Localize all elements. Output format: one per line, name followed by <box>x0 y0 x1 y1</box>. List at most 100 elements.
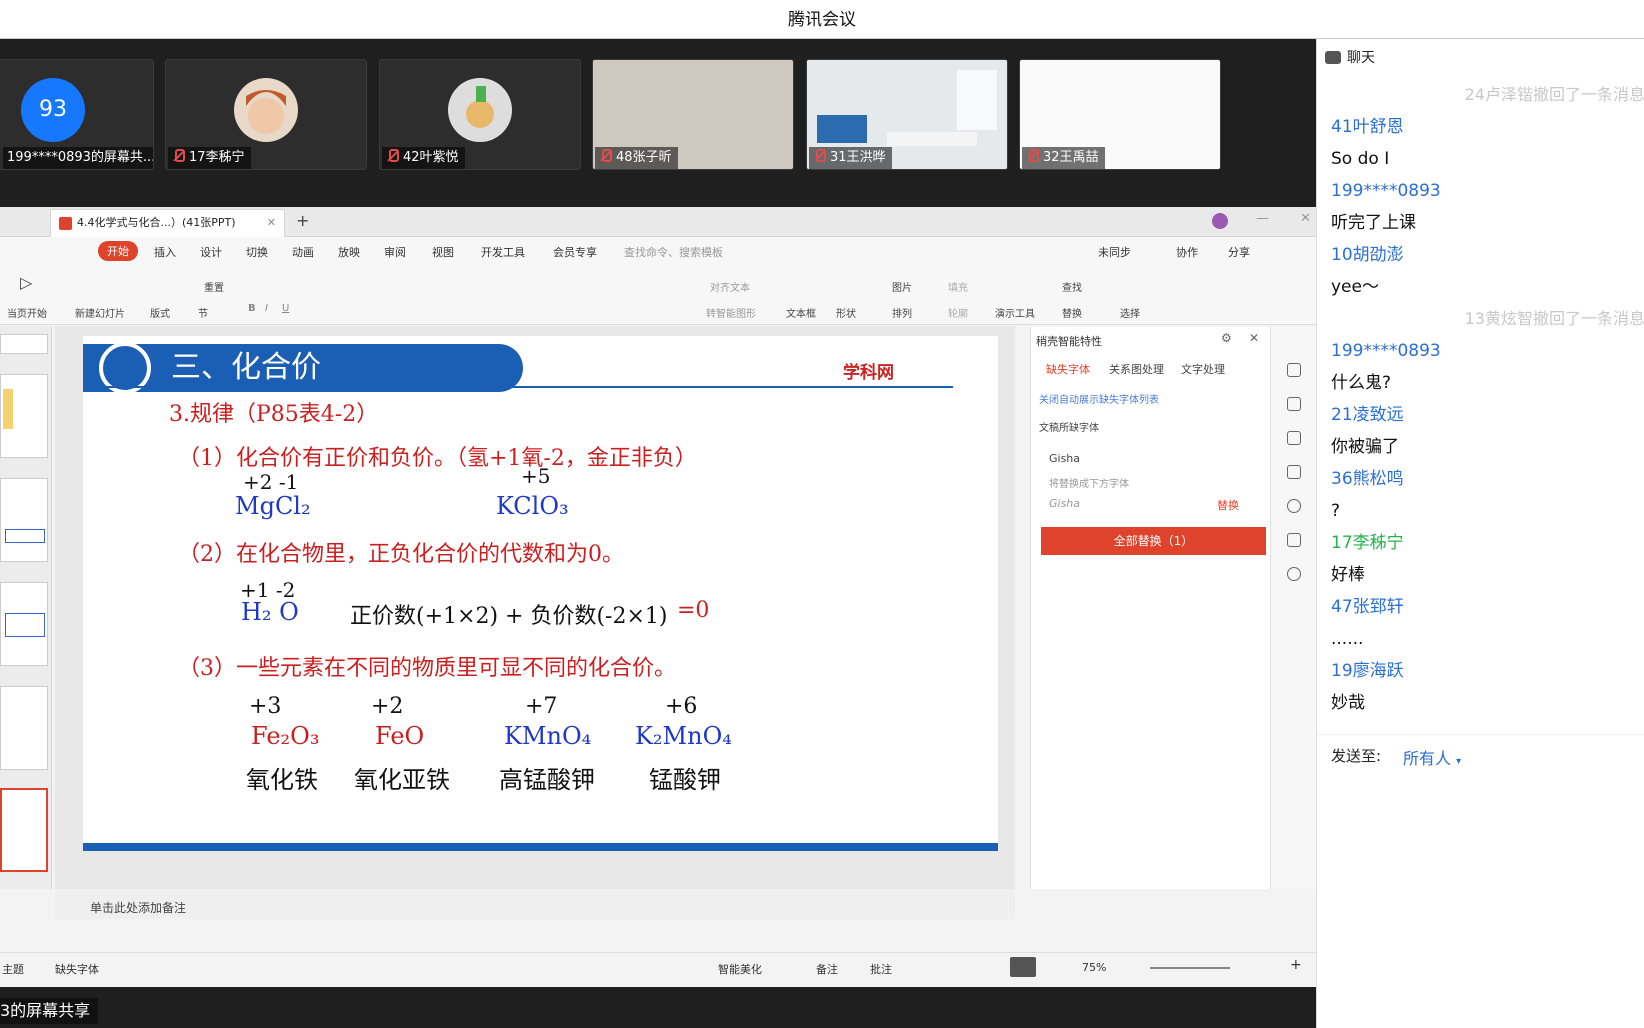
send-to-select[interactable]: 所有人 ▾ <box>1403 745 1461 769</box>
replace-button[interactable]: 替换 <box>1062 305 1082 320</box>
close-auto-list-link[interactable]: 关闭自动展示缺失字体列表 <box>1039 391 1159 406</box>
participant-tile[interactable]: 42叶紫悦 <box>379 59 581 170</box>
slide-thumb[interactable] <box>0 478 48 562</box>
document-tabbar: 4.4化学式与化合...）(41张PPT) ✕ + — ✕ <box>0 207 1316 237</box>
chat-message: yee～ <box>1331 277 1379 297</box>
new-slide-button[interactable]: 新建幻灯片 <box>75 305 125 320</box>
section-button[interactable]: 节 <box>198 305 208 320</box>
participant-tile[interactable]: 93 199****0893的屏幕共... <box>0 59 154 170</box>
compound-name: 氧化铁 <box>246 766 318 794</box>
slide-thumb-active[interactable] <box>0 788 48 872</box>
paragraph-2: （2）在化合物里，正负化合价的代数和为0。 <box>178 542 624 567</box>
play-icon[interactable]: ▷ <box>20 273 32 292</box>
menu-animation[interactable]: 动画 <box>292 244 314 260</box>
chat-message: 好棒 <box>1331 565 1365 585</box>
star-icon[interactable] <box>1287 431 1301 445</box>
minimize-icon[interactable]: — <box>1256 211 1269 226</box>
help-icon[interactable] <box>1287 499 1301 513</box>
menu-devtools[interactable]: 开发工具 <box>481 244 525 260</box>
textbox-button[interactable]: 文本框 <box>786 305 816 320</box>
comments-button[interactable]: 批注 <box>870 961 892 977</box>
chat-message: 什么鬼? <box>1331 373 1392 393</box>
zoom-level[interactable]: 75% <box>1082 961 1106 974</box>
present-tools-button[interactable]: 演示工具 <box>995 305 1035 320</box>
tab-text[interactable]: 文字处理 <box>1181 361 1225 377</box>
gear-icon[interactable]: ⚙ <box>1221 331 1232 345</box>
smart-icon[interactable] <box>1287 567 1301 581</box>
document-tab[interactable]: 4.4化学式与化合...）(41张PPT) ✕ <box>50 209 285 237</box>
sync-status[interactable]: 未同步 <box>1098 244 1131 260</box>
menu-transition[interactable]: 切换 <box>246 244 268 260</box>
collab-button[interactable]: 协作 <box>1176 244 1198 260</box>
layout-button[interactable]: 版式 <box>150 305 170 320</box>
meeting-main: 93 199****0893的屏幕共... 17李秭宁 42叶紫悦 48张子昕 … <box>0 39 1316 1028</box>
chat-message: ? <box>1331 501 1341 521</box>
notes-button[interactable]: 备注 <box>816 961 838 977</box>
chat-panel: 聊天 24卢泽锴撤回了一条消息 41叶舒恩 So do I 199****0893 听完… <box>1316 39 1644 1028</box>
arrange-button[interactable]: 排列 <box>892 305 912 320</box>
slide-thumb[interactable] <box>0 686 48 770</box>
add-tab-icon[interactable]: + <box>296 211 309 230</box>
from-current-button[interactable]: 当页开始 <box>7 305 47 320</box>
zoom-in-icon[interactable]: + <box>1290 957 1302 973</box>
close-icon[interactable]: ✕ <box>267 210 276 236</box>
slide-thumb[interactable] <box>0 582 48 666</box>
participant-tile[interactable]: 17李秭宁 <box>165 59 367 170</box>
outline-button[interactable]: 轮廓 <box>948 305 968 320</box>
side-toolbar <box>1270 327 1316 889</box>
participant-name: 32王禹喆 <box>1022 147 1105 169</box>
underline-icon[interactable]: U <box>282 303 289 314</box>
slide-thumb[interactable] <box>0 374 48 458</box>
zoom-slider[interactable] <box>1150 967 1230 969</box>
formula: Fe₂O₃ <box>251 722 320 750</box>
window-title: 腾讯会议 <box>0 0 1644 39</box>
avatar[interactable] <box>1212 213 1228 229</box>
sender-name: 10胡劭澎 <box>1331 245 1404 265</box>
italic-icon[interactable]: I <box>265 303 268 314</box>
missing-font-label[interactable]: 缺失字体 <box>55 961 99 977</box>
menu-member[interactable]: 会员专享 <box>553 244 597 260</box>
paragraph-1: （1）化合价有正价和负价。（氢+1氧-2，金正非负） <box>178 446 697 471</box>
search-input[interactable]: 查找命令、搜索模板 <box>624 244 723 260</box>
menu-start[interactable]: 开始 <box>98 241 138 261</box>
find-button[interactable]: 查找 <box>1062 279 1082 294</box>
menu-view[interactable]: 视图 <box>432 244 454 260</box>
theme-label[interactable]: 主题 <box>2 961 24 977</box>
picture-button[interactable]: 图片 <box>892 279 912 294</box>
tab-diagram[interactable]: 关系图处理 <box>1109 361 1164 377</box>
close-icon[interactable]: ✕ <box>1300 211 1311 226</box>
close-icon[interactable]: ✕ <box>1249 331 1259 345</box>
tool-icon[interactable] <box>1287 363 1301 377</box>
mic-muted-icon <box>813 149 826 163</box>
slides-icon[interactable] <box>1287 465 1301 479</box>
menu-slideshow[interactable]: 放映 <box>338 244 360 260</box>
menu-design[interactable]: 设计 <box>200 244 222 260</box>
participant-tile[interactable]: 48张子昕 <box>592 59 794 170</box>
replace-all-button[interactable]: 全部替换（1） <box>1041 527 1266 555</box>
participant-tile[interactable]: 31王洪晔 <box>806 59 1008 170</box>
participant-tile[interactable]: 32王禹喆 <box>1019 59 1221 170</box>
fill-button[interactable]: 填充 <box>948 279 968 294</box>
select-button[interactable]: 选择 <box>1120 305 1140 320</box>
slide-thumb[interactable] <box>0 334 48 354</box>
smartart-button[interactable]: 转智能图形 <box>706 305 756 320</box>
play-button[interactable] <box>1010 957 1036 977</box>
share-button[interactable]: 分享 <box>1228 244 1250 260</box>
menu-review[interactable]: 审阅 <box>384 244 406 260</box>
tab-missing-fonts[interactable]: 缺失字体 <box>1046 361 1090 377</box>
bold-icon[interactable]: B <box>248 303 256 314</box>
notes-input[interactable]: 单击此处添加备注 <box>55 889 1015 919</box>
reset-button[interactable]: 重置 <box>204 279 224 294</box>
slide-heading: 三、化合价 <box>171 350 321 385</box>
participant-name: 42叶紫悦 <box>382 147 465 169</box>
shape-button[interactable]: 形状 <box>836 305 856 320</box>
menu-insert[interactable]: 插入 <box>154 244 176 260</box>
formula: KClO₃ <box>496 492 569 520</box>
align-text-button[interactable]: 对齐文本 <box>710 279 750 294</box>
font-replace-link[interactable]: 替换 <box>1217 497 1239 513</box>
avatar <box>234 78 298 142</box>
sliders-icon[interactable] <box>1287 397 1301 411</box>
image-icon[interactable] <box>1287 533 1301 547</box>
beautify-button[interactable]: 智能美化 <box>718 961 762 977</box>
valence-label: +3 <box>249 694 282 719</box>
